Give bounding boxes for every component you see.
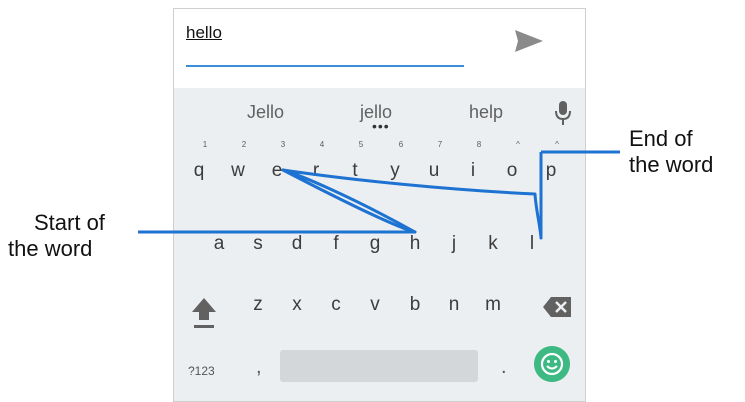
symbols-key[interactable]: ?123	[188, 364, 215, 378]
backspace-icon[interactable]	[542, 296, 572, 318]
key-hint: 8	[476, 140, 482, 149]
end-label-line-1: End of	[629, 126, 693, 151]
key-hint: 5	[358, 140, 364, 149]
key-hint: 1	[202, 140, 208, 149]
more-suggestions-icon[interactable]: •••	[372, 119, 390, 133]
keyboard: Jello jello help ••• 1 2 3 4 5 6 7 8 ^ ^…	[174, 88, 585, 401]
key-x[interactable]: x	[282, 294, 312, 316]
key-q[interactable]: q	[184, 160, 214, 182]
key-h[interactable]: h	[400, 233, 430, 255]
key-s[interactable]: s	[243, 233, 273, 255]
start-label-line-2: the word	[8, 236, 93, 261]
message-text[interactable]: hello	[186, 23, 222, 43]
emoji-icon[interactable]	[534, 346, 570, 382]
key-p[interactable]: p	[536, 160, 566, 182]
key-c[interactable]: c	[321, 294, 351, 316]
key-d[interactable]: d	[282, 233, 312, 255]
key-f[interactable]: f	[321, 233, 351, 255]
key-hint: 4	[319, 140, 325, 149]
key-hint: ^	[555, 140, 559, 149]
spacebar[interactable]	[280, 350, 478, 382]
end-label-line-2: the word	[629, 152, 714, 177]
comma-key[interactable]: ,	[256, 356, 262, 379]
end-of-word-label: End of the word	[629, 126, 713, 178]
key-l[interactable]: l	[517, 233, 547, 255]
start-of-word-label: Start of the word	[8, 210, 105, 262]
suggestion-strip: Jello jello help •••	[174, 88, 585, 136]
phone-screen: hello Jello jello help ••• 1 2 3 4 5 6 7	[173, 8, 586, 402]
shift-icon[interactable]	[188, 294, 220, 330]
key-hint: ^	[516, 140, 520, 149]
key-e[interactable]: e	[262, 160, 292, 182]
start-label-line-1: Start of	[34, 210, 105, 235]
key-i[interactable]: i	[458, 160, 488, 182]
key-u[interactable]: u	[419, 160, 449, 182]
key-n[interactable]: n	[439, 294, 469, 316]
period-key[interactable]: .	[501, 356, 507, 379]
key-b[interactable]: b	[400, 294, 430, 316]
key-y[interactable]: y	[380, 160, 410, 182]
send-icon[interactable]	[512, 27, 546, 55]
key-o[interactable]: o	[497, 160, 527, 182]
key-hint: 7	[437, 140, 443, 149]
microphone-icon[interactable]	[555, 100, 571, 126]
key-z[interactable]: z	[243, 294, 273, 316]
key-hint: 6	[398, 140, 404, 149]
input-underline	[186, 65, 464, 67]
key-g[interactable]: g	[360, 233, 390, 255]
key-v[interactable]: v	[360, 294, 390, 316]
key-k[interactable]: k	[478, 233, 508, 255]
key-a[interactable]: a	[204, 233, 234, 255]
key-r[interactable]: r	[301, 160, 331, 182]
key-w[interactable]: w	[223, 160, 253, 182]
key-j[interactable]: j	[439, 233, 469, 255]
key-hint: 3	[280, 140, 286, 149]
key-m[interactable]: m	[478, 294, 508, 316]
suggestion-1[interactable]: Jello	[247, 102, 284, 123]
key-hint: 2	[241, 140, 247, 149]
key-t[interactable]: t	[340, 160, 370, 182]
message-input-area[interactable]: hello	[174, 9, 585, 87]
suggestion-3[interactable]: help	[469, 102, 503, 123]
